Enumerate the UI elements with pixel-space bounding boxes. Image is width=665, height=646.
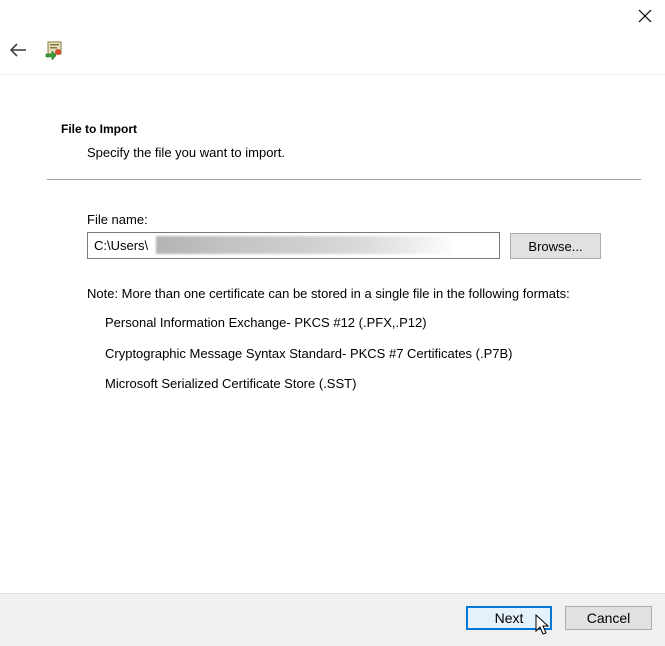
file-name-label: File name:: [87, 212, 148, 227]
back-arrow-icon: [9, 43, 26, 57]
format-item: Cryptographic Message Syntax Standard- P…: [105, 346, 513, 361]
section-divider: [47, 179, 641, 180]
cancel-button[interactable]: Cancel: [565, 606, 652, 630]
format-item: Personal Information Exchange- PKCS #12 …: [105, 315, 427, 330]
close-icon: [638, 9, 652, 23]
header-divider: [0, 74, 665, 75]
page-title: File to Import: [61, 122, 137, 136]
note-text: Note: More than one certificate can be s…: [87, 286, 570, 301]
close-button[interactable]: [635, 6, 655, 26]
certificate-import-icon: [44, 38, 66, 61]
back-button[interactable]: [8, 40, 28, 60]
format-item: Microsoft Serialized Certificate Store (…: [105, 376, 357, 391]
page-subtitle: Specify the file you want to import.: [87, 145, 285, 160]
mouse-cursor-icon: [535, 613, 551, 636]
redacted-path: [156, 236, 456, 254]
browse-button[interactable]: Browse...: [510, 233, 601, 259]
